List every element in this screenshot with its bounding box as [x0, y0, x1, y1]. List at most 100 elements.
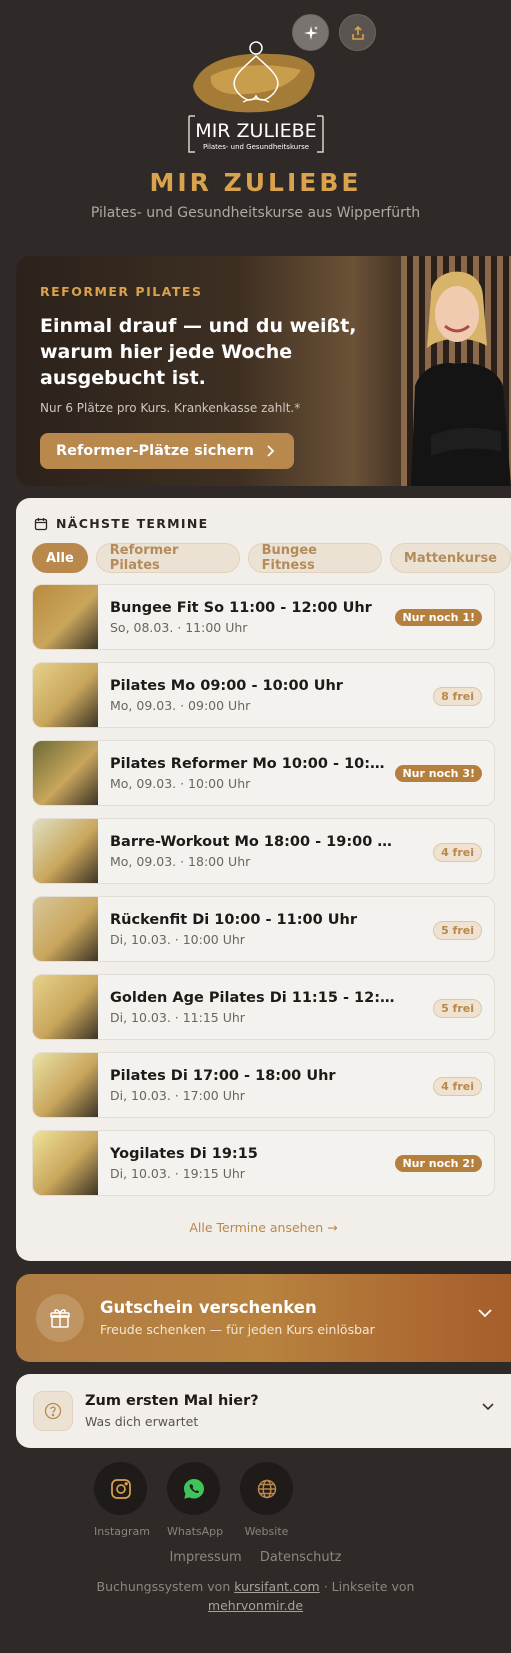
filter-chips: Alle Reformer Pilates Bungee Fitness Mat… — [32, 543, 511, 573]
filter-chip-reformer[interactable]: Reformer Pilates — [95, 543, 240, 573]
event-body: Pilates Reformer Mo 10:00 - 10:… Mo, 09.0… — [98, 756, 398, 791]
hero-photo — [401, 256, 511, 486]
whatsapp-button[interactable] — [167, 1462, 220, 1515]
event-row[interactable]: Rückenfit Di 10:00 - 11:00 Uhr Di, 10.03.… — [32, 896, 495, 962]
brand-subtitle: Pilates- und Gesundheitskurse aus Wipper… — [90, 205, 421, 221]
event-row[interactable]: Bungee Fit So 11:00 - 12:00 Uhr So, 08.03… — [32, 584, 495, 650]
event-body: Rückenfit Di 10:00 - 11:00 Uhr Di, 10.03.… — [98, 912, 398, 947]
availability-badge: 5 frei — [433, 921, 482, 940]
linkpage-prefix: · Linkseite von — [323, 1579, 415, 1594]
events-heading: NÄCHSTE TERMINE — [56, 516, 209, 531]
availability-badge: Nur noch 2! — [395, 1155, 482, 1172]
filter-chip-alle[interactable]: Alle — [32, 543, 88, 573]
faq-title: Zum ersten Mal hier? — [85, 1393, 259, 1409]
mehrvonmir-link[interactable]: mehrvonmir.de — [208, 1598, 303, 1613]
kursifant-link[interactable]: kursifant.com — [234, 1579, 319, 1594]
event-title: Pilates Reformer Mo 10:00 - 10:… — [110, 755, 385, 772]
logo-wrap: MIR ZULIEBE Pilates- und Gesundheitskurs… — [0, 36, 511, 156]
events-header: NÄCHSTE TERMINE — [34, 516, 208, 531]
event-row[interactable]: Yogilates Di 19:15 Di, 10.03. · 19:15 Uhr… — [32, 1130, 495, 1196]
hero-note: Nur 6 Plätze pro Kurs. Krankenkasse zahl… — [40, 401, 301, 415]
filter-chip-bungee[interactable]: Bungee Fitness — [247, 543, 382, 573]
hero-title: Einmal drauf — und du weißt, warum hier … — [40, 315, 357, 389]
svg-text:Pilates- und Gesundheitskurse: Pilates- und Gesundheitskurse — [202, 143, 308, 151]
social-website: Website — [240, 1462, 293, 1538]
filter-chip-matten[interactable]: Mattenkurse — [389, 543, 511, 573]
event-row[interactable]: Golden Age Pilates Di 11:15 - 12:15 … Di,… — [32, 974, 495, 1040]
availability-badge: 5 frei — [433, 999, 482, 1018]
event-datetime: Mo, 09.03. · 10:00 Uhr — [110, 775, 251, 791]
instagram-button[interactable] — [94, 1462, 147, 1515]
event-title: Barre-Workout Mo 18:00 - 19:00 Uhr — [110, 833, 398, 850]
event-title: Rückenfit Di 10:00 - 11:00 Uhr — [110, 911, 357, 928]
event-body: Pilates Di 17:00 - 18:00 Uhr Di, 10.03. ·… — [98, 1068, 398, 1103]
event-thumbnail — [33, 1131, 98, 1195]
first-visit-panel[interactable]: Zum ersten Mal hier? Was dich erwartet — [16, 1374, 511, 1448]
event-body: Pilates Mo 09:00 - 10:00 Uhr Mo, 09.03. ·… — [98, 678, 398, 713]
chevron-down-icon — [478, 1309, 492, 1318]
event-thumbnail — [33, 897, 98, 961]
svg-text:MIR ZULIEBE: MIR ZULIEBE — [195, 120, 316, 142]
brand-logo: MIR ZULIEBE Pilates- und Gesundheitskurs… — [187, 41, 324, 153]
availability-badge: 4 frei — [433, 843, 482, 862]
event-thumbnail — [33, 819, 98, 883]
event-title: Yogilates Di 19:15 — [110, 1145, 258, 1162]
event-datetime: So, 08.03. · 11:00 Uhr — [110, 619, 248, 635]
reformer-cta-button[interactable]: Reformer-Plätze sichern — [40, 433, 294, 469]
globe-icon — [257, 1479, 276, 1498]
hero-banner: REFORMER PILATES Einmal drauf — und du w… — [16, 256, 511, 486]
gift-icon — [50, 1309, 70, 1328]
website-button[interactable] — [240, 1462, 293, 1515]
event-thumbnail — [33, 741, 98, 805]
gift-title: Gutschein verschenken — [100, 1298, 317, 1317]
powered-prefix: Buchungssystem von — [96, 1579, 231, 1594]
event-datetime: Mo, 09.03. · 18:00 Uhr — [110, 853, 251, 869]
gift-icon-wrap — [36, 1294, 84, 1342]
event-title: Pilates Di 17:00 - 18:00 Uhr — [110, 1067, 336, 1084]
datenschutz-link[interactable]: Datenschutz — [260, 1550, 342, 1565]
event-body: Yogilates Di 19:15 Di, 10.03. · 19:15 Uhr — [98, 1146, 398, 1181]
social-whatsapp: WhatsApp — [167, 1462, 224, 1538]
event-datetime: Di, 10.03. · 19:15 Uhr — [110, 1165, 245, 1181]
event-thumbnail — [33, 663, 98, 727]
availability-badge: 8 frei — [433, 687, 482, 706]
brand-title: MIR ZULIEBE — [149, 168, 362, 197]
social-instagram: Instagram — [94, 1462, 150, 1538]
event-row[interactable]: Pilates Reformer Mo 10:00 - 10:… Mo, 09.0… — [32, 740, 495, 806]
event-row[interactable]: Pilates Mo 09:00 - 10:00 Uhr Mo, 09.03. ·… — [32, 662, 495, 728]
powered-by: Buchungssystem von kursifant.com · Links… — [0, 1577, 511, 1615]
gift-subtitle: Freude schenken — für jeden Kurs einlösb… — [100, 1322, 375, 1337]
event-row[interactable]: Pilates Di 17:00 - 18:00 Uhr Di, 10.03. ·… — [32, 1052, 495, 1118]
availability-badge: Nur noch 1! — [395, 609, 482, 626]
gift-voucher-banner[interactable]: Gutschein verschenken Freude schenken — … — [16, 1274, 511, 1362]
instructor-photo — [411, 271, 511, 486]
calendar-icon — [34, 517, 48, 530]
event-thumbnail — [33, 1053, 98, 1117]
whatsapp-icon — [183, 1478, 204, 1499]
event-body: Barre-Workout Mo 18:00 - 19:00 Uhr Mo, 09… — [98, 834, 398, 869]
website-label: Website — [244, 1525, 289, 1538]
whatsapp-label: WhatsApp — [167, 1525, 224, 1538]
impressum-link[interactable]: Impressum — [169, 1550, 241, 1565]
hero-kicker: REFORMER PILATES — [40, 284, 203, 299]
event-list: Bungee Fit So 11:00 - 12:00 Uhr So, 08.03… — [32, 584, 495, 1208]
event-datetime: Di, 10.03. · 17:00 Uhr — [110, 1087, 245, 1103]
legal-links: Impressum Datenschutz — [0, 1550, 511, 1565]
question-icon-wrap — [33, 1391, 73, 1431]
event-row[interactable]: Barre-Workout Mo 18:00 - 19:00 Uhr Mo, 09… — [32, 818, 495, 884]
event-body: Bungee Fit So 11:00 - 12:00 Uhr So, 08.03… — [98, 600, 398, 635]
availability-badge: Nur noch 3! — [395, 765, 482, 782]
availability-badge: 4 frei — [433, 1077, 482, 1096]
events-card: NÄCHSTE TERMINE Alle Reformer Pilates Bu… — [16, 498, 511, 1261]
event-thumbnail — [33, 975, 98, 1039]
chevron-down-icon — [482, 1403, 494, 1411]
event-title: Pilates Mo 09:00 - 10:00 Uhr — [110, 677, 343, 694]
chevron-right-icon — [267, 444, 275, 457]
event-title: Golden Age Pilates Di 11:15 - 12:15 … — [110, 989, 398, 1006]
event-datetime: Di, 10.03. · 11:15 Uhr — [110, 1009, 245, 1025]
reformer-cta-label: Reformer-Plätze sichern — [56, 442, 254, 459]
event-body: Golden Age Pilates Di 11:15 - 12:15 … Di,… — [98, 990, 398, 1025]
event-title: Bungee Fit So 11:00 - 12:00 Uhr — [110, 599, 372, 616]
all-events-link[interactable]: Alle Termine ansehen → — [32, 1220, 495, 1235]
event-datetime: Di, 10.03. · 10:00 Uhr — [110, 931, 245, 947]
